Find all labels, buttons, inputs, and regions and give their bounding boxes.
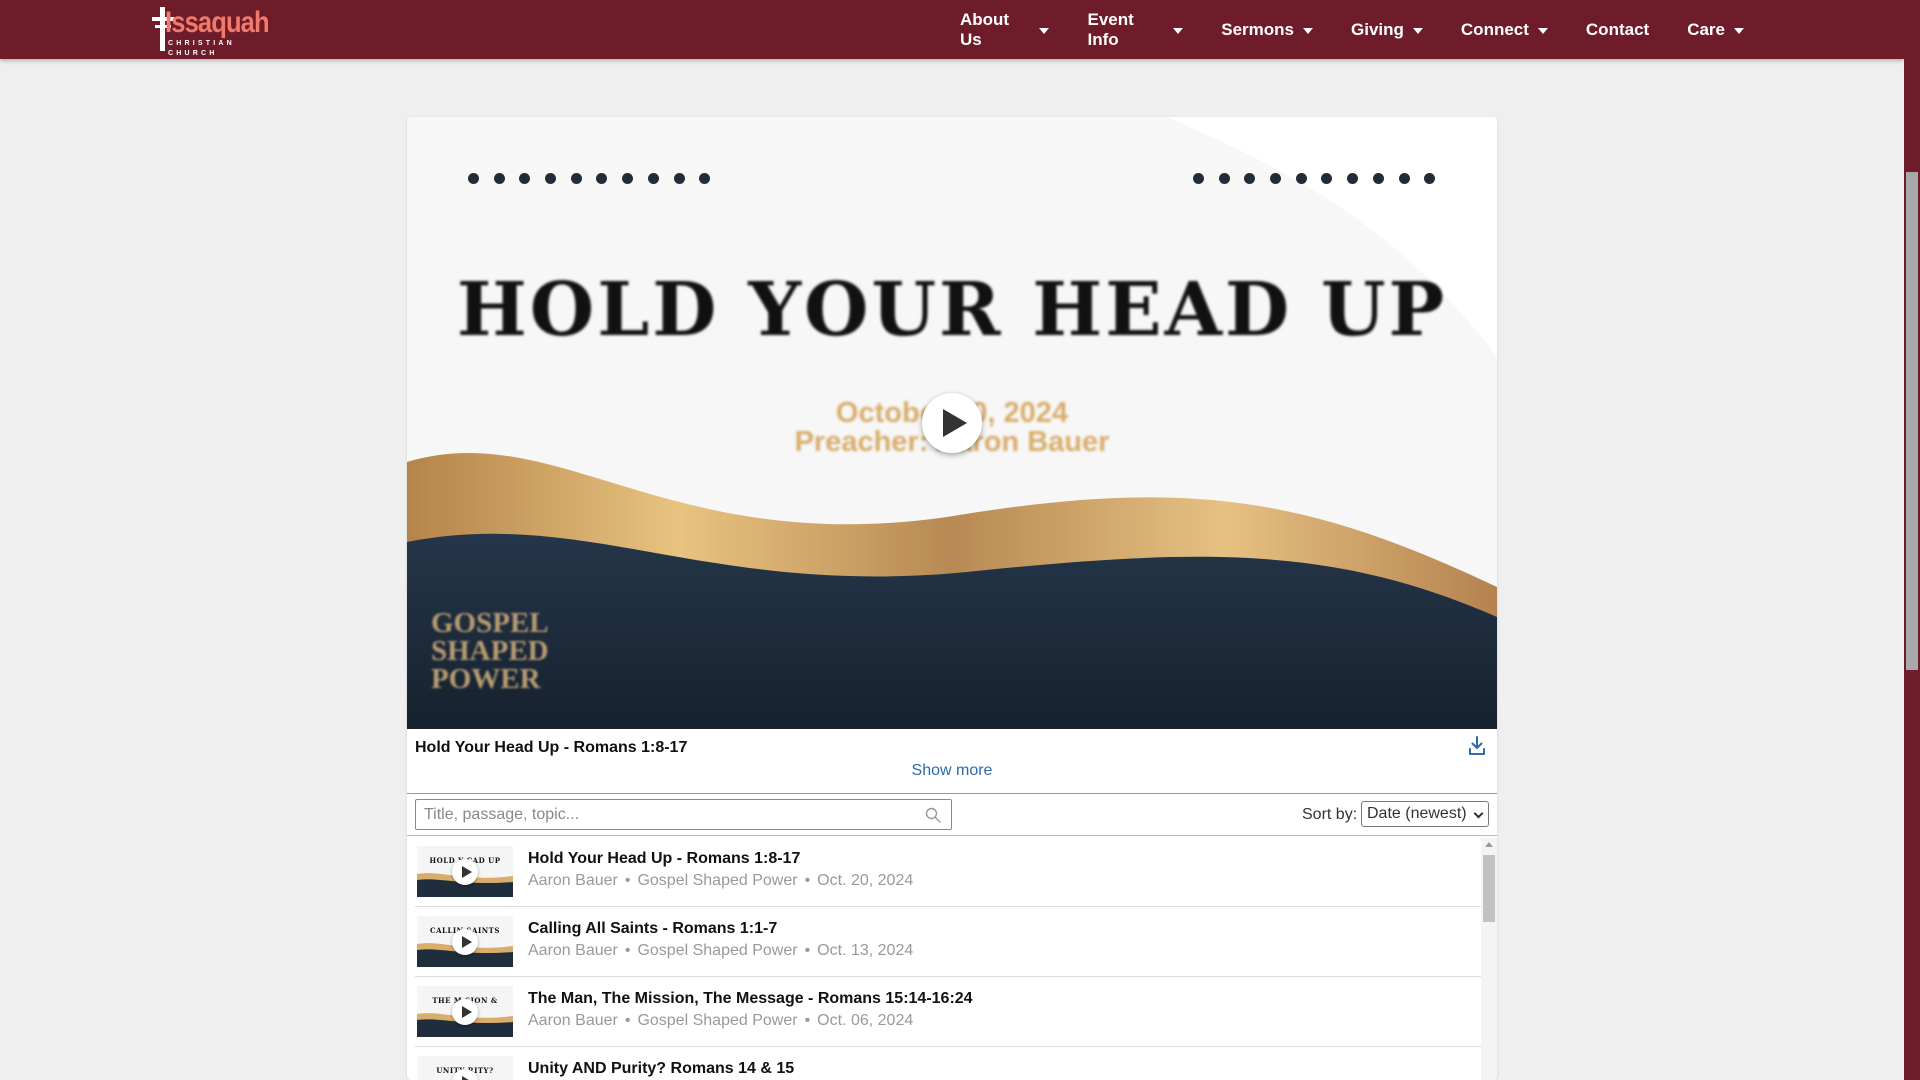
sermon-date: Oct. 06, 2024 (817, 1012, 914, 1029)
sort-select[interactable]: Date (newest) (1361, 801, 1489, 827)
sermon-list-item[interactable]: UNITY RITY? Unity AND Purity? Romans 14 … (415, 1047, 1483, 1080)
sort-selected-value: Date (newest) (1367, 805, 1467, 822)
sermon-list-item[interactable]: CALLIN SAINTS Calling All Saints - Roman… (415, 907, 1483, 977)
caret-down-icon (1537, 27, 1548, 34)
sermon-title: Hold Your Head Up - Romans 1:8-17 (528, 850, 801, 867)
scroll-up-icon[interactable] (1485, 842, 1493, 847)
sermon-meta: Aaron Bauer • Gospel Shaped Power • Oct. 06,… (528, 1012, 914, 1029)
sermon-series: Gospel Shaped Power (637, 1012, 798, 1029)
sermon-meta: Aaron Bauer • Gospel Shaped Power • Oct. 13,… (528, 942, 914, 959)
nav-label: Care (1687, 19, 1725, 39)
play-icon (452, 999, 478, 1025)
nav-item-contact[interactable]: Contact (1586, 20, 1649, 40)
site-logo[interactable]: Issaquah CHRISTIAN CHURCH (152, 6, 287, 57)
nav-label: Event Info (1087, 9, 1134, 49)
chevron-down-icon (1473, 808, 1484, 819)
logo-wordmark: Issaquah (164, 6, 270, 39)
download-icon[interactable] (1468, 736, 1486, 756)
sermon-list-item[interactable]: HOLD Y CAD UP Hold Your Head Up - Romans… (415, 837, 1483, 907)
nav-label: Giving (1351, 19, 1404, 39)
search-icon[interactable] (925, 807, 941, 823)
video-title-text: HOLD YOUR HEAD UP (456, 267, 1448, 353)
sermon-thumbnail[interactable]: CALLIN SAINTS (417, 916, 513, 967)
search-box (415, 799, 952, 830)
sermon-thumbnail[interactable]: HOLD Y CAD UP (417, 846, 513, 897)
sermon-series: Gospel Shaped Power (637, 942, 798, 959)
nav-item-about-us[interactable]: About Us (960, 9, 1050, 50)
sermon-toolbar: Sort by: Date (newest) (407, 793, 1497, 836)
caret-down-icon (1412, 27, 1423, 34)
decorative-dots-right (1193, 173, 1450, 184)
page-scrollbar[interactable] (1904, 0, 1920, 1080)
nav-item-event-info[interactable]: Event Info (1087, 9, 1184, 50)
play-icon (943, 409, 967, 437)
play-icon (452, 859, 478, 885)
series-logo-line: POWER (431, 663, 541, 695)
sort-label: Sort by: (1302, 806, 1358, 823)
nav-label: Contact (1585, 19, 1650, 39)
sermon-player-card: HOLD YOUR HEAD UP October 20, 2024 Preac… (407, 117, 1497, 1080)
caret-down-icon (1734, 27, 1744, 34)
decorative-dots-left (468, 173, 725, 184)
sermon-date: Oct. 20, 2024 (817, 872, 914, 889)
show-more-link[interactable]: Show more (407, 762, 1497, 780)
nav-label: About Us (960, 9, 1010, 49)
series-logo: GOSPEL SHAPED POWER (431, 607, 549, 695)
sermon-title: The Man, The Mission, The Message - Roma… (528, 990, 973, 1007)
series-logo-line: GOSPEL (431, 607, 549, 639)
sermon-title: Calling All Saints - Romans 1:1-7 (528, 920, 778, 937)
now-playing-title: Hold Your Head Up - Romans 1:8-17 (415, 739, 688, 756)
play-button[interactable] (922, 393, 982, 453)
caret-down-icon (1173, 27, 1184, 34)
list-scrollbar-thumb[interactable] (1483, 855, 1495, 922)
nav-label: Sermons (1221, 19, 1294, 39)
nav-item-sermons[interactable]: Sermons (1221, 20, 1313, 40)
sermon-date: Oct. 13, 2024 (817, 942, 914, 959)
search-input[interactable] (416, 800, 896, 829)
play-icon (452, 929, 478, 955)
sermon-thumbnail[interactable]: THE M SION & (417, 986, 513, 1037)
nav-item-care[interactable]: Care (1687, 20, 1744, 40)
page-scrollbar-thumb[interactable] (1906, 172, 1918, 670)
sermon-series: Gospel Shaped Power (637, 872, 798, 889)
caret-down-icon (1303, 27, 1313, 34)
sermon-preacher: Aaron Bauer (528, 942, 618, 959)
sermon-list: HOLD Y CAD UP Hold Your Head Up - Romans… (407, 837, 1497, 1080)
sermon-title: Unity AND Purity? Romans 14 & 15 (528, 1060, 795, 1077)
nav-item-connect[interactable]: Connect (1461, 20, 1548, 40)
sermon-meta: Aaron Bauer • Gospel Shaped Power • Oct. 20,… (528, 872, 914, 889)
sermon-preacher: Aaron Bauer (528, 1012, 618, 1029)
sermon-thumbnail[interactable]: UNITY RITY? (417, 1056, 513, 1080)
nav-label: Connect (1460, 19, 1529, 39)
caret-down-icon (1039, 27, 1050, 34)
nav-item-giving[interactable]: Giving (1351, 20, 1423, 40)
main-nav: About Us Event Info Sermons Giving Conne… (960, 0, 1744, 59)
sermon-preacher: Aaron Bauer (528, 872, 618, 889)
series-logo-line: SHAPED (431, 635, 549, 667)
logo-subtitle: CHRISTIAN CHURCH (167, 40, 235, 57)
video-player[interactable]: HOLD YOUR HEAD UP October 20, 2024 Preac… (407, 117, 1497, 729)
site-header: Issaquah CHRISTIAN CHURCH About Us Event… (0, 0, 1904, 59)
sermon-list-item[interactable]: THE M SION & The Man, The Mission, The M… (415, 977, 1483, 1047)
list-scrollbar[interactable] (1481, 838, 1497, 1080)
cross-icon (152, 7, 174, 51)
